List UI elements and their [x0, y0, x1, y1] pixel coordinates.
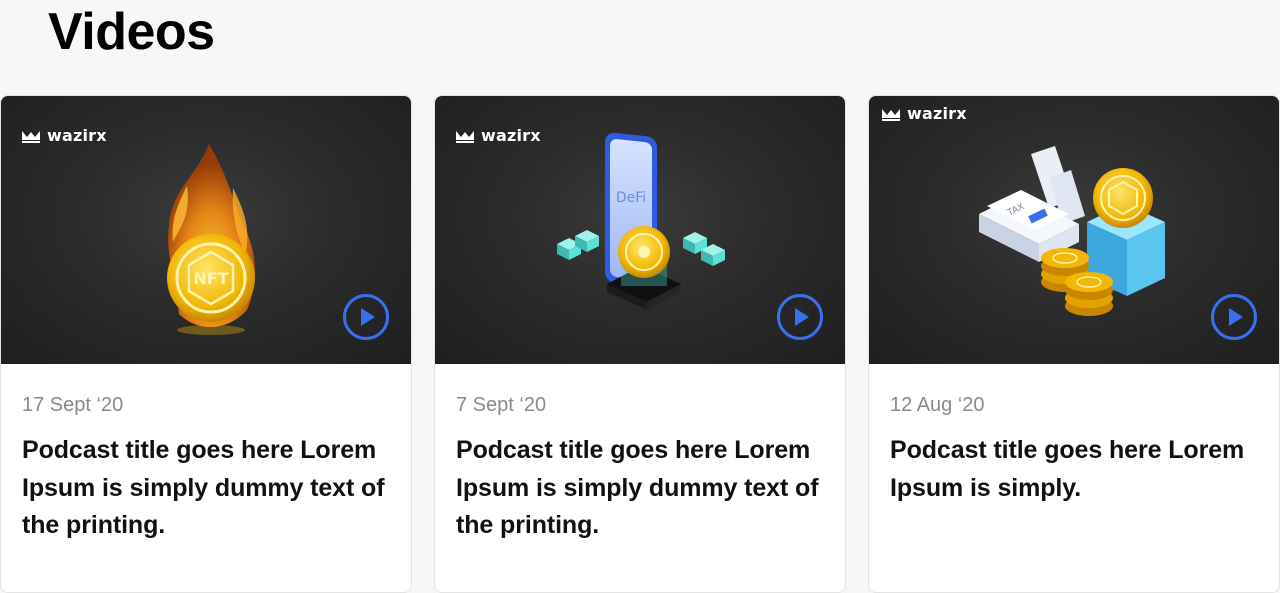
card-title[interactable]: Podcast title goes here Lorem Ipsum is s…	[890, 432, 1258, 507]
brand-logo: wazirx	[455, 126, 541, 145]
play-button[interactable]	[343, 294, 389, 340]
brand-logo: wazirx	[881, 104, 967, 123]
brand-name: wazirx	[907, 104, 967, 123]
video-card[interactable]: NFT wazirx 17 Sept ‘20 Podcast title goe…	[0, 95, 412, 593]
video-thumbnail[interactable]: TAX wazirx	[869, 96, 1279, 364]
brand-name: wazirx	[481, 126, 541, 145]
teal-cubes-left	[557, 230, 599, 260]
teal-cubes-right	[683, 232, 725, 266]
video-thumbnail[interactable]: DeFi wazirx	[435, 96, 845, 364]
play-icon	[361, 308, 375, 326]
card-date: 7 Sept ‘20	[456, 394, 547, 416]
play-icon	[795, 308, 809, 326]
video-card[interactable]: DeFi wazirx 7 Sept ‘20 Podcast title goe…	[434, 95, 846, 593]
brand-name: wazirx	[47, 126, 107, 145]
card-date: 17 Sept ‘20	[22, 394, 124, 416]
video-thumbnail[interactable]: NFT wazirx	[1, 96, 411, 364]
wazirx-logo-icon	[882, 108, 900, 121]
section-title: Videos	[48, 3, 215, 61]
card-title[interactable]: Podcast title goes here Lorem Ipsum is s…	[22, 432, 390, 545]
video-card[interactable]: TAX wazirx 12 Aug ‘20 Podcast title goes…	[868, 95, 1280, 593]
play-icon	[1229, 308, 1243, 326]
play-button[interactable]	[777, 294, 823, 340]
phone-label: DeFi	[616, 190, 646, 206]
wazirx-logo-icon	[456, 130, 474, 143]
play-button[interactable]	[1211, 294, 1257, 340]
coin-label: NFT	[193, 269, 228, 288]
wazirx-logo-icon	[22, 130, 40, 143]
brand-logo: wazirx	[21, 126, 107, 145]
card-date: 12 Aug ‘20	[890, 394, 985, 416]
card-title[interactable]: Podcast title goes here Lorem Ipsum is s…	[456, 432, 824, 545]
